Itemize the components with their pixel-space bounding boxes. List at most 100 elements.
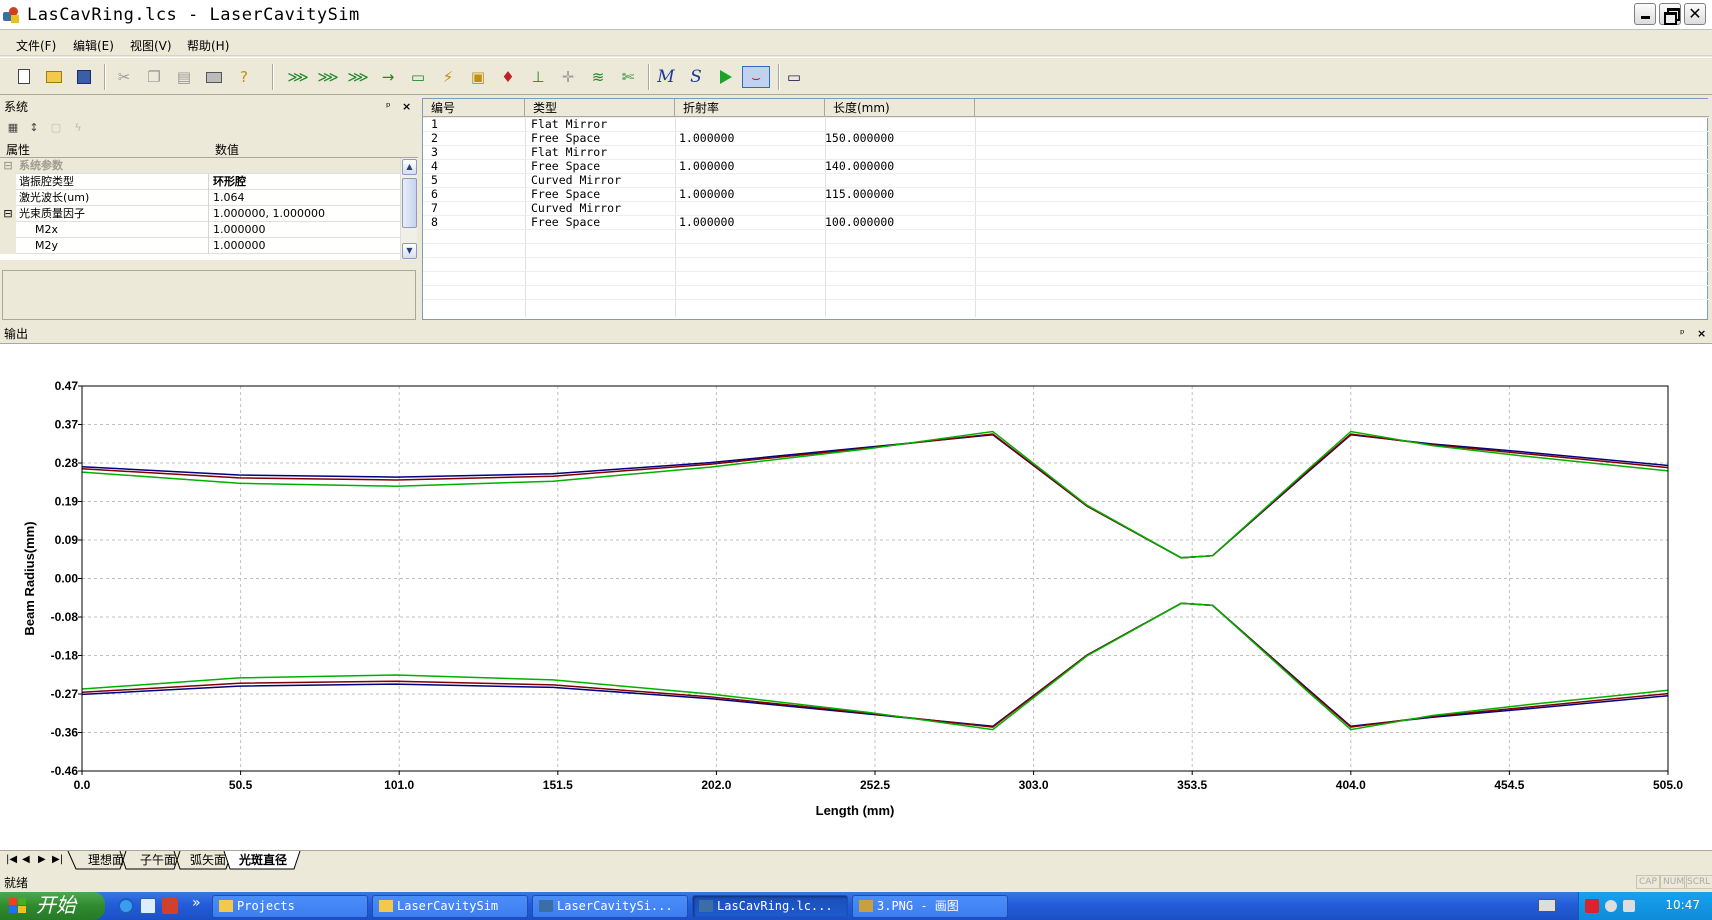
taskbar-item-label: LaserCavitySi... xyxy=(557,899,673,913)
s-icon[interactable]: S xyxy=(684,66,708,88)
taskbar-item[interactable]: Projects xyxy=(212,895,368,918)
expand-toggle-icon[interactable]: ⊟ xyxy=(0,158,16,174)
first-tab-icon[interactable]: |◀ xyxy=(6,854,17,865)
keyboard-icon[interactable] xyxy=(1538,899,1556,912)
expand-toggle-icon[interactable]: ⊟ xyxy=(0,206,16,222)
wand-icon[interactable]: ⚡ xyxy=(436,66,460,88)
column-type[interactable]: 类型 xyxy=(525,99,675,117)
table-row[interactable]: 6 Free Space 1.000000 115.000000 xyxy=(423,187,1709,201)
curved-mirror-icon[interactable]: ⋙ xyxy=(316,66,340,88)
flat-mirror-icon[interactable]: ⋙ xyxy=(286,66,310,88)
clock: 10:47 xyxy=(1665,898,1700,912)
crystal-icon[interactable]: ▭ xyxy=(406,66,430,88)
next-tab-icon[interactable]: ▶ xyxy=(38,854,46,865)
copy-icon[interactable]: ❐ xyxy=(142,66,166,88)
free-space-icon[interactable]: → xyxy=(376,66,400,88)
events-icon[interactable]: ϟ xyxy=(70,120,86,136)
new-icon[interactable] xyxy=(12,66,36,88)
property-row[interactable]: 谐振腔类型 环形腔 xyxy=(0,174,400,190)
property-value[interactable]: 1.000000 xyxy=(213,238,266,253)
scroll-thumb[interactable] xyxy=(402,178,417,228)
table-row[interactable]: 4 Free Space 1.000000 140.000000 xyxy=(423,159,1709,173)
plane-icon[interactable]: ⊥ xyxy=(526,66,550,88)
sort-az-icon[interactable]: ↕ xyxy=(26,120,42,136)
minimize-button[interactable] xyxy=(1634,3,1656,25)
tab-spot-diameter[interactable]: 光斑直径 xyxy=(230,851,296,870)
menu-file[interactable]: 文件(F) xyxy=(16,37,56,54)
property-row[interactable]: ⊟ 光束质量因子 1.000000, 1.000000 xyxy=(0,206,400,222)
paste-icon[interactable]: ▤ xyxy=(172,66,196,88)
table-row[interactable]: 5 Curved Mirror xyxy=(423,173,1709,187)
x-tick-label: 303.0 xyxy=(1019,778,1049,792)
start-button[interactable]: 开始 xyxy=(0,892,105,920)
property-row[interactable]: 激光波长(um) 1.064 xyxy=(0,190,400,206)
scroll-indicator: SCRL xyxy=(1684,875,1712,889)
desktop-icon[interactable] xyxy=(140,898,156,914)
scroll-down-icon[interactable]: ▼ xyxy=(402,243,417,259)
row-divider xyxy=(423,285,1709,286)
column-length[interactable]: 长度(mm) xyxy=(825,99,975,117)
property-value[interactable]: 1.000000 xyxy=(213,222,266,237)
property-value[interactable]: 1.064 xyxy=(213,190,245,205)
lens-icon[interactable]: ⋙ xyxy=(346,66,370,88)
close-panel-icon[interactable]: × xyxy=(402,98,411,116)
table-row[interactable]: 8 Free Space 1.000000 100.000000 xyxy=(423,215,1709,229)
screen-icon[interactable]: ▭ xyxy=(782,66,806,88)
elements-table: 编号 类型 折射率 长度(mm) 1 Flat Mirror 2 Free Space… xyxy=(422,98,1709,320)
column-index[interactable]: 折射率 xyxy=(675,99,825,117)
table-row[interactable]: 7 Curved Mirror xyxy=(423,201,1709,215)
table-row[interactable]: 3 Flat Mirror xyxy=(423,145,1709,159)
tray-app-icon[interactable] xyxy=(1585,899,1599,913)
prev-tab-icon[interactable]: ◀ xyxy=(22,854,30,865)
more-icon[interactable]: » xyxy=(192,895,201,911)
close-button[interactable]: ✕ xyxy=(1684,3,1706,25)
axis-icon[interactable]: ✛ xyxy=(556,66,580,88)
maximize-button[interactable] xyxy=(1659,3,1681,25)
property-row[interactable]: M2y 1.000000 xyxy=(0,238,400,254)
rod-icon[interactable]: ♦ xyxy=(496,66,520,88)
menu-view[interactable]: 视图(V) xyxy=(130,37,172,54)
table-cell-id: 3 xyxy=(431,145,438,159)
column-id[interactable]: 编号 xyxy=(423,99,525,117)
print-icon[interactable] xyxy=(202,66,226,88)
categorized-icon[interactable]: ▦ xyxy=(5,120,21,136)
scissors-icon[interactable]: ✄ xyxy=(616,66,640,88)
help-icon[interactable]: ? xyxy=(232,66,256,88)
save-icon[interactable] xyxy=(72,66,96,88)
beam-icon[interactable]: ≋ xyxy=(586,66,610,88)
table-row[interactable]: 2 Free Space 1.000000 150.000000 xyxy=(423,131,1709,145)
taskbar-item[interactable]: LaserCavitySim xyxy=(372,895,528,918)
table-row[interactable]: 1 Flat Mirror xyxy=(423,117,1709,131)
taskbar-item[interactable]: LaserCavitySi... xyxy=(532,895,688,918)
window-icon[interactable]: ▣ xyxy=(466,66,490,88)
menu-help[interactable]: 帮助(H) xyxy=(187,37,229,54)
pin-icon[interactable]: ᵖ xyxy=(1680,325,1685,343)
menu-edit[interactable]: 编辑(E) xyxy=(73,37,114,54)
beam-radius-chart: 0.0 50.5 101.0 151.5 202.0 252.5 303.0 353.5 404… xyxy=(22,379,1683,818)
tray-volume-icon[interactable] xyxy=(1623,900,1635,912)
property-value[interactable]: 1.000000, 1.000000 xyxy=(213,206,325,221)
run-icon[interactable] xyxy=(714,66,738,88)
property-pages-icon[interactable]: ▢ xyxy=(48,120,64,136)
close-panel-icon[interactable]: × xyxy=(1697,325,1706,343)
window-title: LasCavRing.lcs - LaserCavitySim xyxy=(27,5,360,25)
row-divider xyxy=(423,299,1709,300)
taskbar-item[interactable]: 3.PNG - 画图 xyxy=(852,895,1008,918)
m-icon[interactable]: M xyxy=(654,66,678,88)
tab-ideal[interactable]: 理想面 xyxy=(76,851,136,870)
beam-profile-icon[interactable]: ⌣ xyxy=(742,66,770,88)
property-scrollbar[interactable]: ▲ ▼ xyxy=(400,158,417,260)
scroll-up-icon[interactable]: ▲ xyxy=(402,159,417,175)
tab-sagittal[interactable]: 弧矢面 xyxy=(178,851,238,870)
property-row[interactable]: M2x 1.000000 xyxy=(0,222,400,238)
ie-icon[interactable] xyxy=(118,898,134,914)
pin-icon[interactable]: ᵖ xyxy=(386,98,391,116)
tray-network-icon[interactable] xyxy=(1605,900,1617,912)
open-icon[interactable] xyxy=(42,66,66,88)
property-row[interactable]: ⊟ 系统参数 xyxy=(0,158,400,174)
property-value[interactable]: 环形腔 xyxy=(213,174,246,189)
app-quicklaunch-icon[interactable] xyxy=(162,898,178,914)
taskbar-item[interactable]: LasCavRing.lc... xyxy=(692,895,848,918)
last-tab-icon[interactable]: ▶| xyxy=(52,854,63,865)
cut-icon[interactable]: ✂ xyxy=(112,66,136,88)
